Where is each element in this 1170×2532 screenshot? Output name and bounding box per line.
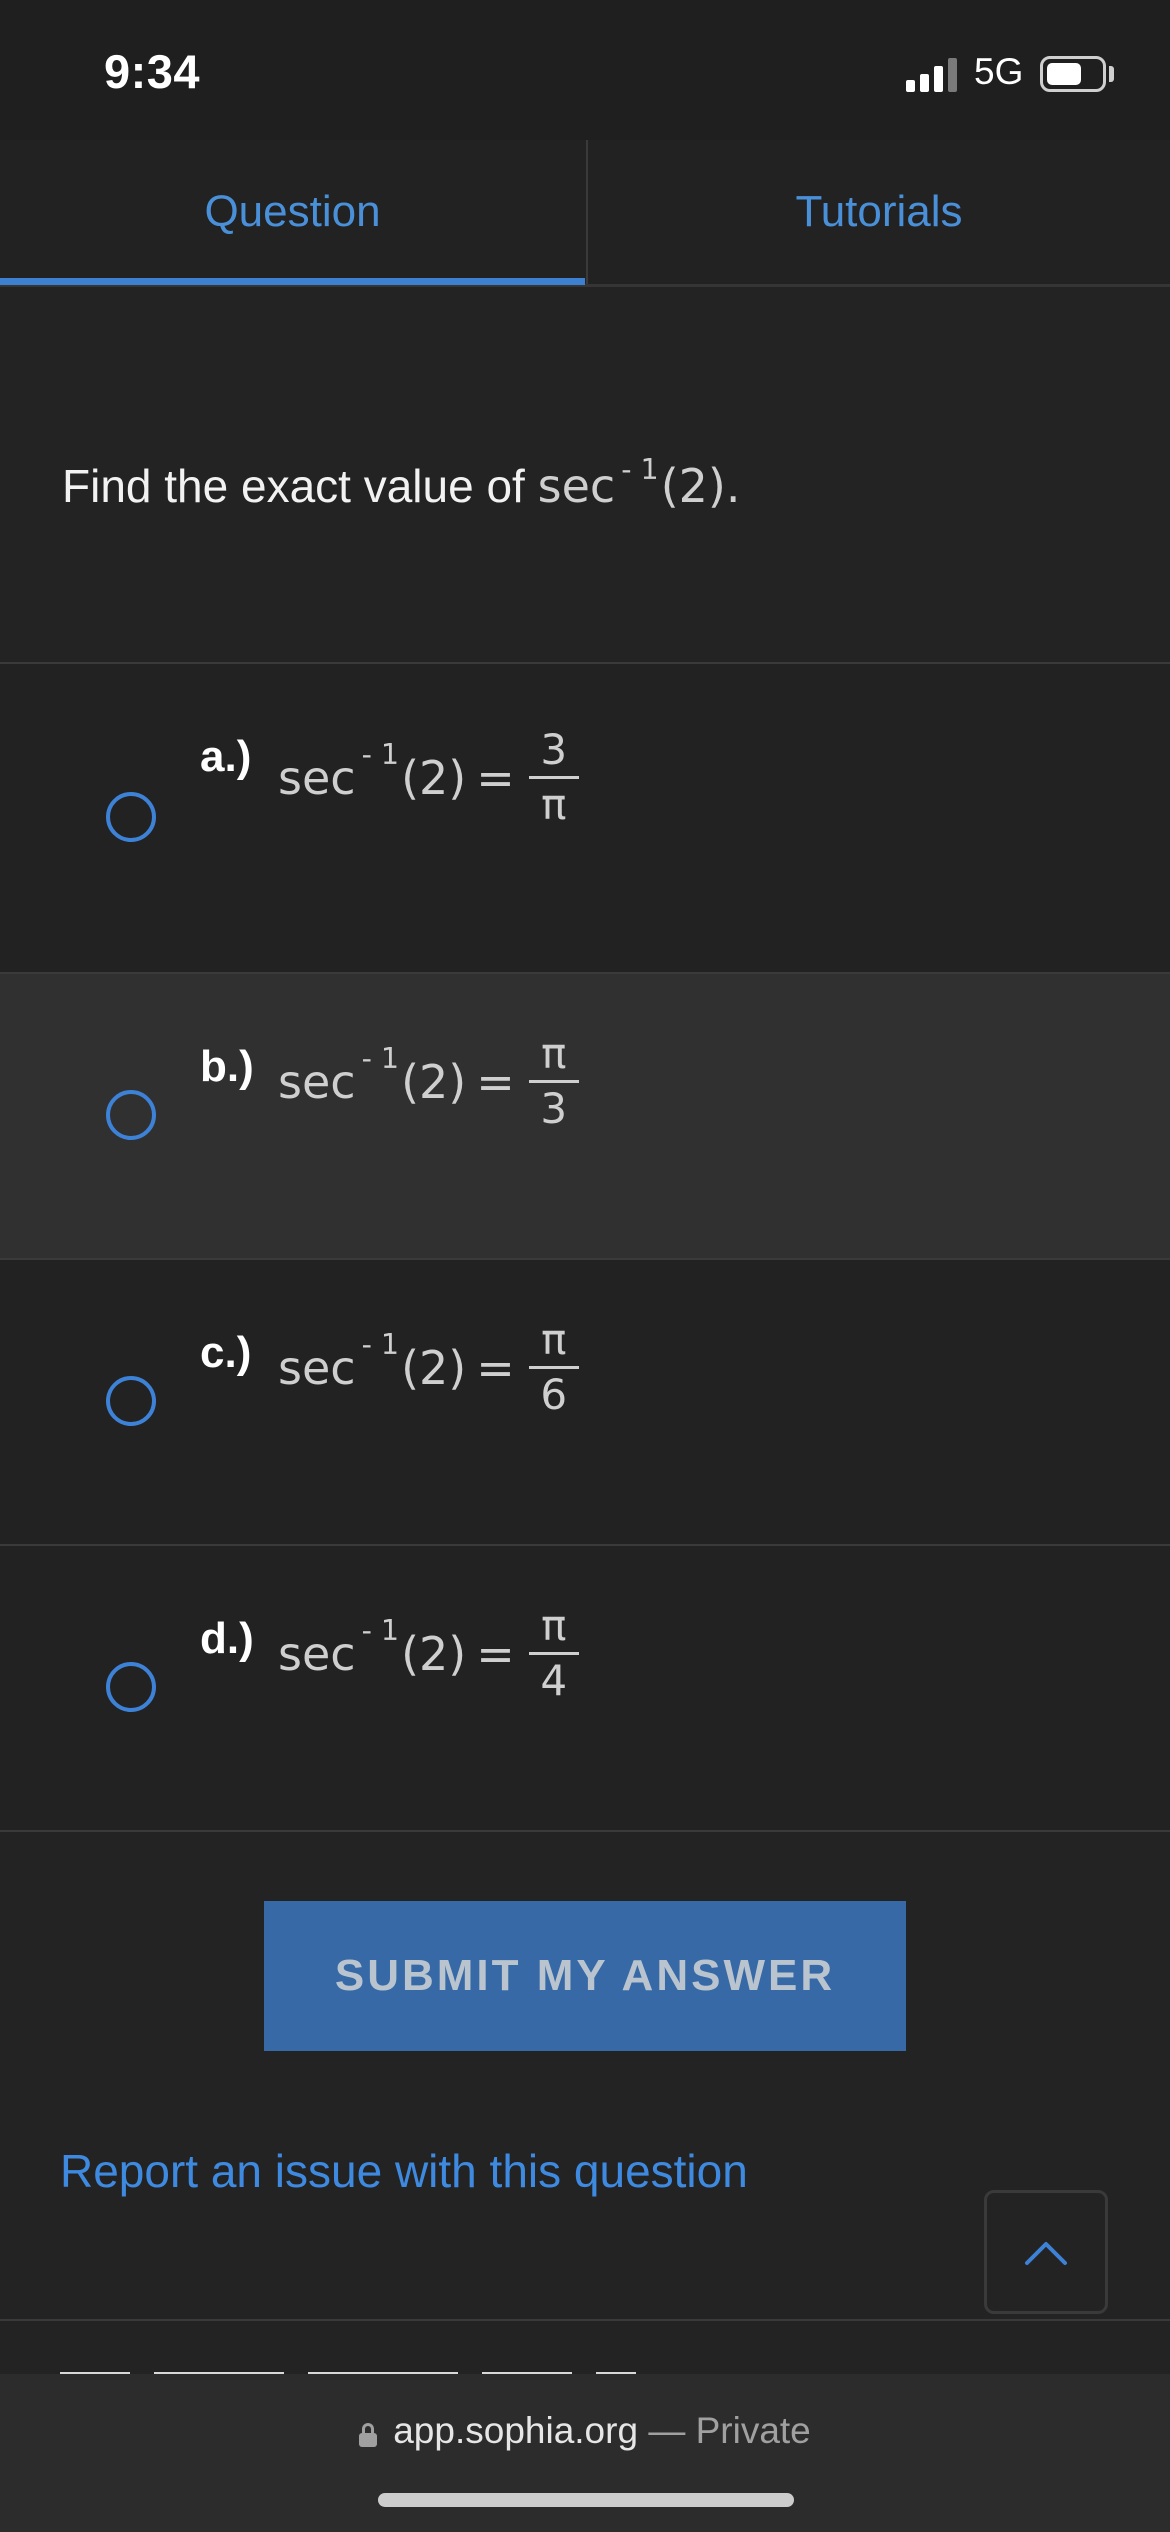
radio-empty-icon[interactable] <box>106 1376 156 1426</box>
option-d[interactable]: d.) sec - 1 (2) = π 4 <box>0 1546 1170 1832</box>
fraction-denominator: 4 <box>540 1656 568 1706</box>
equals-sign: = <box>476 1340 515 1395</box>
option-fn: sec <box>278 1340 356 1395</box>
option-label: c.) <box>200 1328 252 1377</box>
fraction-denominator: 3 <box>540 1084 568 1134</box>
scroll-top-button[interactable] <box>984 2190 1108 2314</box>
fraction-numerator: π <box>541 1601 567 1650</box>
option-label: b.) <box>200 1042 254 1091</box>
battery-tip <box>1109 66 1114 82</box>
option-exponent: - 1 <box>361 1328 400 1362</box>
clipped-heading-peek <box>60 2360 960 2374</box>
fraction-bar <box>528 1080 579 1084</box>
network-label: 5G <box>974 51 1024 92</box>
signal-icon <box>906 58 958 92</box>
radio-empty-icon[interactable] <box>106 792 156 842</box>
lock-icon <box>359 2423 378 2447</box>
option-label: d.) <box>200 1614 254 1663</box>
option-math: sec - 1 (2) = π 3 <box>278 1029 579 1134</box>
address-text[interactable]: app.sophia.org — Private <box>0 2410 1170 2452</box>
section-divider <box>0 2319 1170 2321</box>
radio-empty-icon[interactable] <box>106 1662 156 1712</box>
equals-sign: = <box>476 750 515 805</box>
option-fn: sec <box>278 1626 356 1681</box>
option-exponent: - 1 <box>361 1042 400 1076</box>
option-arg: (2) <box>401 750 467 805</box>
fraction-denominator: π <box>541 780 567 830</box>
option-fn: sec <box>278 750 356 805</box>
equals-sign: = <box>476 1054 515 1109</box>
option-fraction: π 4 <box>528 1601 579 1706</box>
question-panel: Find the exact value of sec - 1(2). <box>0 287 1170 664</box>
option-fraction: 3 π <box>528 725 579 830</box>
option-math: sec - 1 (2) = π 6 <box>278 1315 579 1420</box>
question-text: Find the exact value of sec - 1(2). <box>62 453 741 513</box>
tab-bar: Question Tutorials <box>0 140 1170 287</box>
option-b[interactable]: b.) sec - 1 (2) = π 3 <box>0 974 1170 1260</box>
address-domain: app.sophia.org <box>393 2410 639 2451</box>
status-bar: 9:34 5G <box>0 0 1170 140</box>
radio-empty-icon[interactable] <box>106 1090 156 1140</box>
tab-tutorials[interactable]: Tutorials <box>586 140 1170 284</box>
option-label: a.) <box>200 732 252 781</box>
battery-icon <box>1040 56 1106 92</box>
option-fn: sec <box>278 1054 356 1109</box>
option-math: sec - 1 (2) = π 4 <box>278 1601 579 1706</box>
status-time: 9:34 <box>104 45 201 98</box>
home-indicator[interactable] <box>378 2493 794 2507</box>
option-arg: (2) <box>401 1626 467 1681</box>
fraction-numerator: π <box>541 1315 567 1364</box>
equals-sign: = <box>476 1626 515 1681</box>
option-exponent: - 1 <box>361 1614 400 1648</box>
question-arg: (2). <box>660 459 741 513</box>
report-issue-link[interactable]: Report an issue with this question <box>60 2144 748 2198</box>
submit-answer-button[interactable]: SUBMIT MY ANSWER <box>264 1901 906 2051</box>
browser-address-bar[interactable]: app.sophia.org — Private <box>0 2374 1170 2532</box>
address-private: — Private <box>638 2410 811 2451</box>
option-exponent: - 1 <box>361 738 400 772</box>
fraction-bar <box>528 776 579 780</box>
option-fraction: π 3 <box>528 1029 579 1134</box>
question-prefix: Find the exact value of <box>62 460 538 512</box>
screen: 9:34 5G Question Tutorials Find the exac… <box>0 0 1170 2532</box>
fraction-numerator: π <box>541 1029 567 1078</box>
fraction-denominator: 6 <box>540 1370 568 1420</box>
question-fn: sec <box>537 459 616 513</box>
option-a[interactable]: a.) sec - 1 (2) = 3 π <box>0 664 1170 974</box>
option-fraction: π 6 <box>528 1315 579 1420</box>
fraction-numerator: 3 <box>540 725 568 774</box>
question-exponent: - 1 <box>621 453 659 487</box>
tab-question[interactable]: Question <box>0 140 585 284</box>
option-arg: (2) <box>401 1054 467 1109</box>
option-math: sec - 1 (2) = 3 π <box>278 725 579 830</box>
option-c[interactable]: c.) sec - 1 (2) = π 6 <box>0 1260 1170 1546</box>
active-tab-indicator <box>0 278 585 285</box>
fraction-bar <box>528 1366 579 1370</box>
fraction-bar <box>528 1652 579 1656</box>
option-arg: (2) <box>401 1340 467 1395</box>
chevron-up-icon <box>1025 2242 1067 2265</box>
